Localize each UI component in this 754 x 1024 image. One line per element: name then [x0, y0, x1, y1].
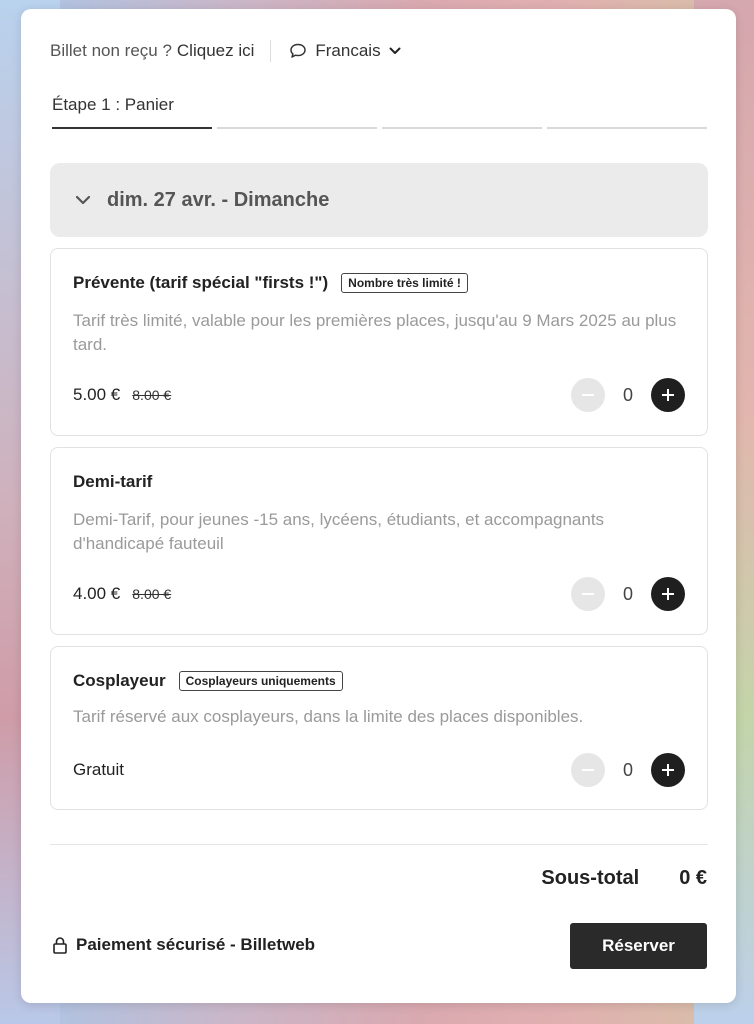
plus-icon — [662, 588, 674, 600]
ticket-price: Gratuit — [73, 760, 125, 779]
minus-icon — [582, 593, 594, 595]
quantity-stepper: 0 — [571, 378, 685, 412]
topbar-divider — [270, 40, 272, 62]
quantity-value: 0 — [622, 384, 633, 405]
language-selector[interactable]: Francais — [289, 41, 408, 61]
ticket-name-row: Prévente (tarif spécial "firsts !") Nomb… — [73, 273, 468, 293]
plus-icon — [662, 764, 674, 776]
decrease-button[interactable] — [571, 577, 605, 611]
quantity-value: 0 — [622, 759, 633, 780]
topbar: Billet non reçu ? Cliquez ici Francais — [50, 39, 409, 63]
current-step-label: Étape 1 : Panier — [52, 95, 174, 114]
subtotal-value: 0 € — [679, 867, 707, 889]
decrease-button[interactable] — [571, 378, 605, 412]
increase-button[interactable] — [651, 378, 685, 412]
ticket-name: Cosplayeur — [73, 671, 166, 690]
ticket-name: Demi-tarif — [73, 472, 153, 491]
increase-button[interactable] — [651, 753, 685, 787]
ticket-price-row: 4.00 € 8.00 € — [73, 584, 171, 604]
step-bar-4 — [547, 127, 707, 129]
ticket-price: 5.00 € — [73, 385, 121, 404]
step-bar-2 — [217, 127, 377, 129]
secure-payment-label: Paiement sécurisé - Billetweb — [76, 935, 316, 954]
ticket-not-received-text: Billet non reçu ? — [50, 41, 172, 60]
reserve-button[interactable]: Réserver — [570, 923, 707, 969]
ticket-badge: Cosplayeurs uniquements — [178, 671, 343, 691]
chevron-down-icon — [389, 47, 401, 54]
lock-icon — [53, 937, 67, 954]
ticket-old-price: 8.00 € — [132, 387, 172, 403]
step-progress — [52, 127, 707, 129]
footer-divider — [50, 844, 708, 845]
decrease-button[interactable] — [571, 753, 605, 787]
ticket-name-row: Demi-tarif — [73, 472, 152, 492]
ticket-widget: Billet non reçu ? Cliquez ici Francais É… — [21, 9, 736, 1003]
ticket-card: Prévente (tarif spécial "firsts !") Nomb… — [50, 248, 708, 436]
language-label: Francais — [315, 41, 381, 60]
date-label: dim. 27 avr. - Dimanche — [107, 188, 330, 211]
secure-payment: Paiement sécurisé - Billetweb — [52, 935, 315, 955]
minus-icon — [582, 394, 594, 396]
subtotal-label: Sous-total — [541, 867, 640, 889]
increase-button[interactable] — [651, 577, 685, 611]
ticket-price-row: 5.00 € 8.00 € — [73, 385, 171, 405]
ticket-price: 4.00 € — [73, 584, 121, 603]
ticket-description: Demi-Tarif, pour jeunes -15 ans, lycéens… — [73, 510, 605, 553]
quantity-stepper: 0 — [571, 753, 685, 787]
step-bar-1 — [52, 127, 212, 129]
date-group-header[interactable]: dim. 27 avr. - Dimanche — [50, 163, 708, 237]
quantity-value: 0 — [622, 583, 633, 604]
ticket-name-row: Cosplayeur Cosplayeurs uniquements — [73, 671, 343, 691]
click-here-link[interactable]: Cliquez ici — [177, 41, 254, 61]
ticket-price-row: Gratuit — [73, 760, 124, 780]
plus-icon — [662, 389, 674, 401]
subtotal: Sous-total 0 € — [541, 867, 707, 890]
ticket-card: Demi-tarif Demi-Tarif, pour jeunes -15 a… — [50, 447, 708, 635]
quantity-stepper: 0 — [571, 577, 685, 611]
checkout-steps: Étape 1 : Panier — [52, 95, 707, 129]
ticket-old-price: 8.00 € — [132, 586, 172, 602]
chevron-down-icon — [75, 195, 91, 205]
step-bar-3 — [382, 127, 542, 129]
ticket-description: Tarif réservé aux cosplayeurs, dans la l… — [73, 707, 584, 726]
ticket-name: Prévente (tarif spécial "firsts !") — [73, 273, 329, 292]
ticket-card: Cosplayeur Cosplayeurs uniquements Tarif… — [50, 646, 708, 810]
ticket-badge: Nombre très limité ! — [341, 273, 468, 293]
speech-bubble-icon — [290, 43, 307, 58]
minus-icon — [582, 769, 594, 771]
ticket-description: Tarif très limité, valable pour les prem… — [73, 311, 677, 354]
